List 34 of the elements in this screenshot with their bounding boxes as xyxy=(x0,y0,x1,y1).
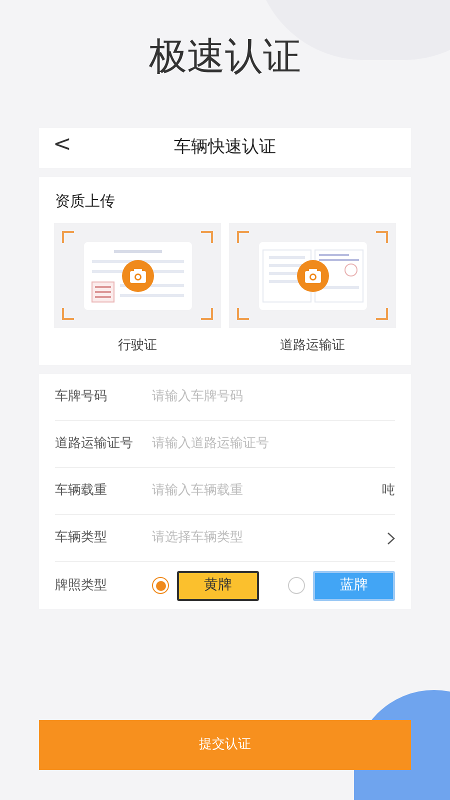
field-label: 车辆类型 xyxy=(55,529,108,548)
unit-label: 吨 xyxy=(382,482,395,500)
input-field[interactable]: 请输入道路运输证号 xyxy=(152,434,395,454)
submit-button[interactable]: 提交认证 xyxy=(39,720,411,770)
chevron-right-icon xyxy=(387,532,395,544)
corner-mark xyxy=(201,231,213,243)
page-title: 极速认证 xyxy=(149,33,301,80)
upload-label: 道路运输证 xyxy=(280,337,345,355)
camera-icon xyxy=(296,260,328,292)
corner-mark xyxy=(62,231,74,243)
header-title: 车辆快速认证 xyxy=(174,136,276,160)
license-plate[interactable]: 蓝牌 xyxy=(313,570,395,600)
corner-mark xyxy=(201,308,213,320)
corner-mark xyxy=(376,308,388,320)
camera-icon xyxy=(122,260,154,292)
field-label: 车辆载重 xyxy=(55,482,108,500)
radio-button[interactable] xyxy=(288,577,305,594)
corner-mark xyxy=(237,231,249,243)
field-label: 车牌号码 xyxy=(55,388,108,406)
input-field[interactable]: 请输入车辆载重 xyxy=(152,481,382,501)
field-label: 牌照类型 xyxy=(55,576,108,595)
corner-mark xyxy=(237,308,249,320)
license-plate[interactable]: 黄牌 xyxy=(177,570,259,600)
upload-label: 行驶证 xyxy=(118,337,157,355)
radio-button[interactable] xyxy=(152,577,169,594)
section-title: 资质上传 xyxy=(55,191,116,211)
input-field[interactable]: 请输入车牌号码 xyxy=(152,387,395,407)
field-label: 道路运输证号 xyxy=(55,435,134,454)
upload-button[interactable] xyxy=(54,223,221,328)
upload-button[interactable] xyxy=(229,223,396,328)
back-button[interactable]: < xyxy=(53,132,72,158)
select-field[interactable]: 请选择车辆类型 xyxy=(152,528,395,548)
corner-mark xyxy=(62,308,74,320)
corner-mark xyxy=(376,231,388,243)
